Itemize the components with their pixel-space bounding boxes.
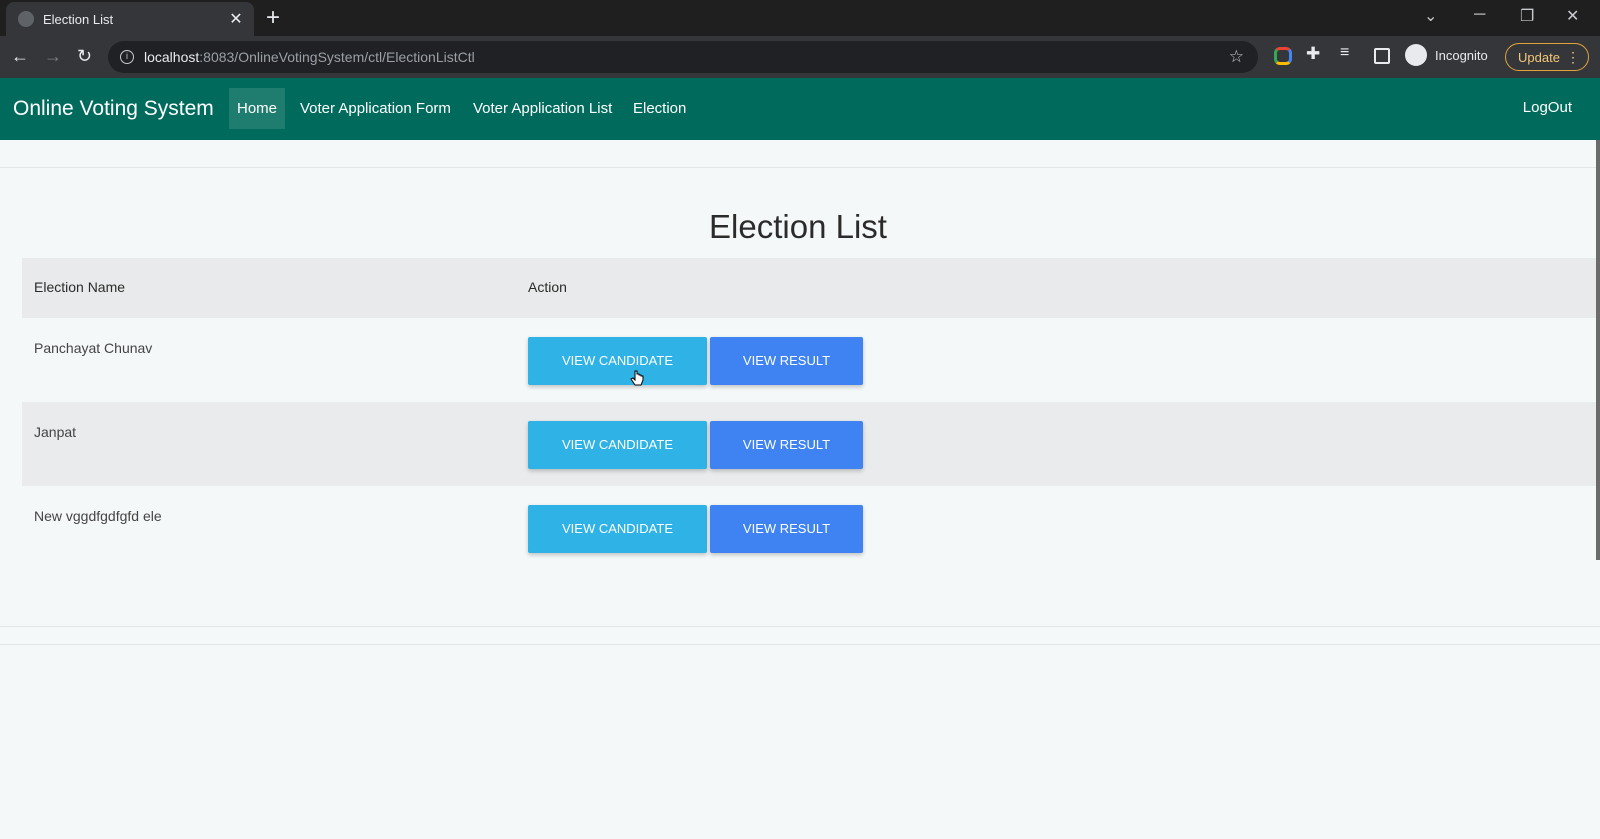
- logout-link[interactable]: LogOut: [1523, 99, 1572, 116]
- update-button[interactable]: Update ⋮: [1505, 43, 1589, 71]
- incognito-icon: [1405, 44, 1427, 66]
- view-result-button[interactable]: VIEW RESULT: [710, 421, 863, 469]
- close-tab-icon[interactable]: ✕: [228, 9, 244, 29]
- table-header: Election Name Action: [22, 258, 1600, 318]
- column-header-action: Action: [528, 279, 567, 295]
- update-label: Update: [1518, 49, 1560, 65]
- view-result-button[interactable]: VIEW RESULT: [710, 505, 863, 553]
- election-name: Janpat: [34, 424, 77, 440]
- media-control-icon[interactable]: ≡: [1340, 44, 1358, 62]
- back-icon[interactable]: ←: [11, 45, 29, 67]
- divider: [0, 626, 1600, 627]
- nav-voter-application-form[interactable]: Voter Application Form: [292, 88, 459, 129]
- page-scrollbar[interactable]: [1596, 140, 1600, 560]
- divider: [0, 644, 1600, 645]
- more-menu-icon: ⋮: [1566, 48, 1580, 65]
- app-navbar: Online Voting System Home Voter Applicat…: [0, 78, 1600, 140]
- table-row: New vggdfgdfgfd ele VIEW CANDIDATE VIEW …: [22, 486, 1600, 570]
- browser-toolbar: ← → ↻ i localhost:8083/OnlineVotingSyste…: [0, 36, 1600, 78]
- incognito-indicator[interactable]: Incognito: [1405, 44, 1488, 66]
- extension-icon[interactable]: [1274, 47, 1292, 65]
- view-result-button[interactable]: VIEW RESULT: [710, 337, 863, 385]
- view-candidate-button[interactable]: VIEW CANDIDATE: [528, 505, 707, 553]
- election-name: Panchayat Chunav: [34, 340, 153, 356]
- browser-tab-strip: Election List ✕ + ⌄ ─ ❐ ✕: [0, 0, 1600, 36]
- globe-icon: [18, 11, 34, 27]
- nav-election[interactable]: Election: [625, 88, 694, 129]
- election-table: Election Name Action Panchayat Chunav VI…: [22, 258, 1600, 570]
- forward-icon[interactable]: →: [44, 45, 62, 67]
- table-row: Panchayat Chunav VIEW CANDIDATE VIEW RES…: [22, 318, 1600, 402]
- nav-voter-application-list[interactable]: Voter Application List: [465, 88, 620, 129]
- page-title: Election List: [709, 208, 887, 245]
- close-window-icon[interactable]: ✕: [1566, 6, 1579, 26]
- browser-tab[interactable]: Election List ✕: [6, 2, 254, 36]
- view-candidate-button[interactable]: VIEW CANDIDATE: [528, 421, 707, 469]
- url-host: localhost: [144, 49, 200, 65]
- divider: [0, 167, 1600, 168]
- minimize-icon[interactable]: ─: [1474, 6, 1485, 24]
- nav-home[interactable]: Home: [229, 88, 286, 129]
- extensions-puzzle-icon[interactable]: ✚: [1306, 44, 1324, 63]
- site-info-icon[interactable]: i: [120, 50, 134, 64]
- side-panel-icon[interactable]: [1374, 48, 1390, 64]
- election-name: New vggdfgdfgfd ele: [34, 508, 162, 524]
- brand-logo[interactable]: Online Voting System: [13, 97, 214, 121]
- tab-search-icon[interactable]: ⌄: [1424, 6, 1437, 26]
- column-header-election-name: Election Name: [34, 279, 126, 295]
- hand-cursor-icon: [630, 370, 644, 386]
- incognito-label: Incognito: [1435, 47, 1488, 63]
- reload-icon[interactable]: ↻: [77, 45, 92, 67]
- url-path: :8083/OnlineVotingSystem/ctl/ElectionLis…: [199, 49, 475, 65]
- new-tab-button[interactable]: +: [266, 5, 280, 31]
- bookmark-star-icon[interactable]: ☆: [1229, 47, 1244, 67]
- table-row: Janpat VIEW CANDIDATE VIEW RESULT: [22, 402, 1600, 486]
- restore-icon[interactable]: ❐: [1520, 6, 1534, 26]
- tab-title: Election List: [43, 11, 114, 27]
- address-bar[interactable]: i localhost:8083/OnlineVotingSystem/ctl/…: [108, 41, 1258, 73]
- view-candidate-button[interactable]: VIEW CANDIDATE: [528, 337, 707, 385]
